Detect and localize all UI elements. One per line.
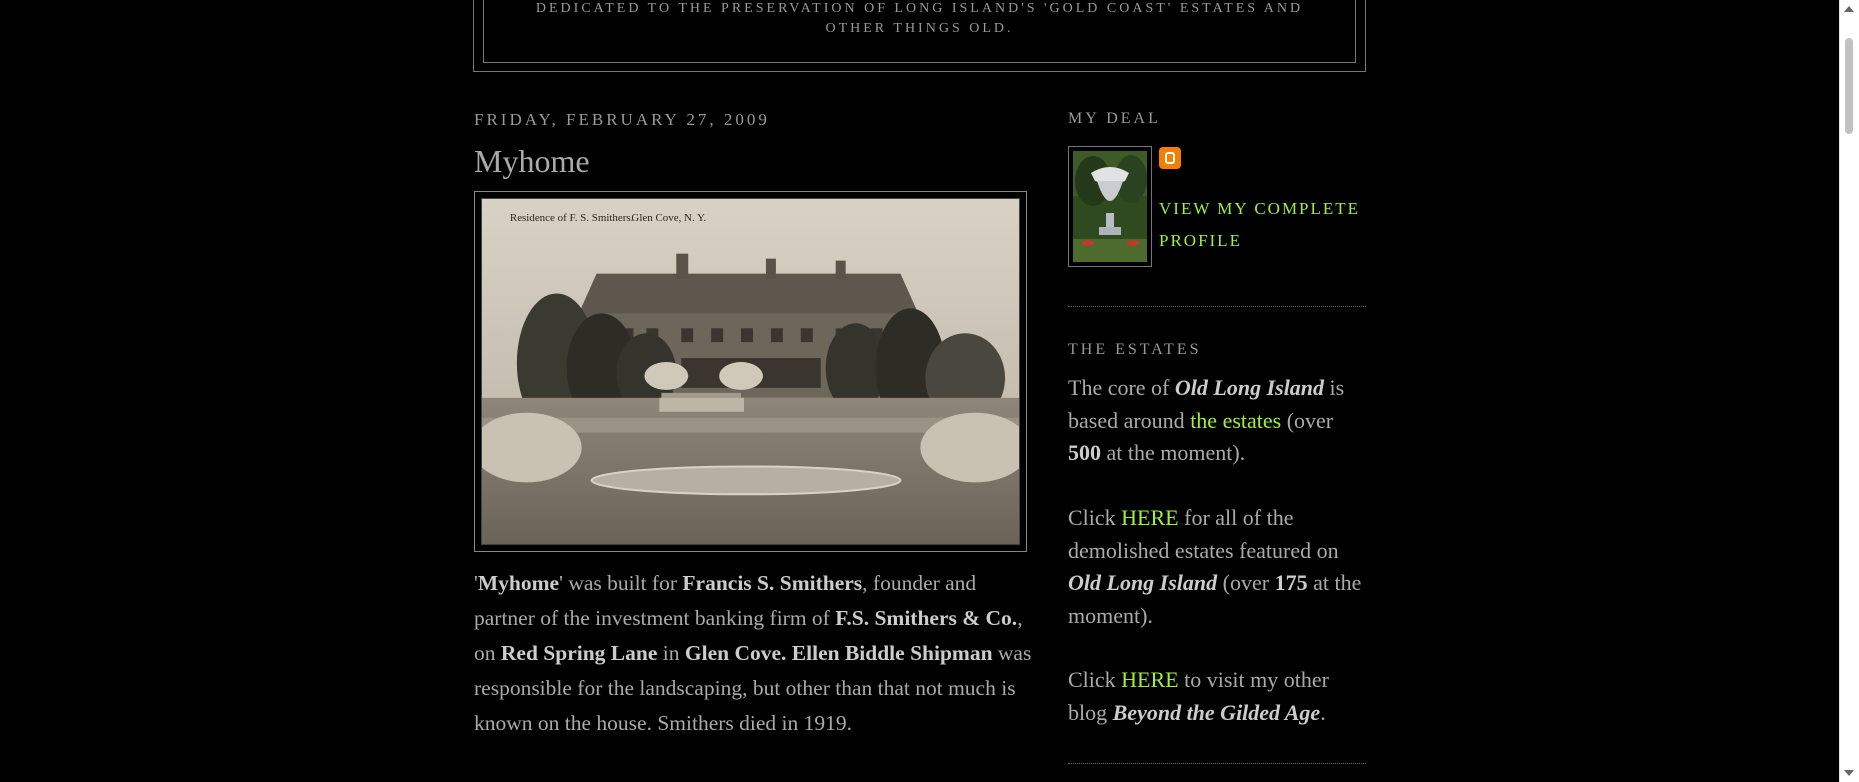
- view-profile-link[interactable]: View my complete profile: [1159, 193, 1369, 257]
- body-bold-firm: F.S. Smithers & Co.: [835, 606, 1018, 630]
- estate-count: 500: [1068, 440, 1101, 465]
- text: .: [1320, 699, 1326, 725]
- blog-name-italic: Old Long Island: [1174, 375, 1325, 400]
- scroll-thumb[interactable]: [1845, 38, 1853, 134]
- blog-name-italic: Old Long Island: [1068, 570, 1218, 595]
- estates-paragraph-3: Click HERE to visit my other blog Beyond…: [1068, 664, 1366, 729]
- sidebar-divider: [1068, 306, 1366, 307]
- post-image-frame[interactable]: Residence of F. S. Smithers. Glen Cove, …: [474, 191, 1027, 552]
- body-bold-street: Red Spring Lane: [500, 641, 658, 665]
- blog-page: Dedicated to the preservation of Long Is…: [0, 0, 1840, 782]
- blog-description: Dedicated to the preservation of Long Is…: [524, 0, 1315, 39]
- demolished-estates-link[interactable]: HERE: [1121, 505, 1178, 530]
- estates-link[interactable]: the estates: [1190, 408, 1281, 433]
- tagline-line-1: Dedicated to the preservation of Long Is…: [535, 1, 1304, 16]
- other-blog-link[interactable]: HERE: [1121, 667, 1178, 692]
- body-bold-town: Glen Cove.: [684, 641, 787, 665]
- blogger-icon[interactable]: [1159, 147, 1181, 169]
- text: The core of: [1068, 375, 1175, 400]
- body-bold-estate-name: Myhome: [477, 571, 560, 595]
- text: Click: [1068, 667, 1122, 692]
- post-title[interactable]: Myhome: [474, 143, 590, 180]
- scroll-up-arrow-icon[interactable]: [1844, 6, 1854, 12]
- vertical-scrollbar[interactable]: [1839, 0, 1859, 782]
- demolished-count: 175: [1274, 570, 1308, 595]
- image-caption-left: Residence of F. S. Smithers.: [510, 212, 634, 224]
- text: Click: [1068, 505, 1122, 530]
- tagline-line-2: other things old.: [825, 21, 1014, 36]
- text: at the moment).: [1101, 440, 1246, 465]
- text: (over: [1281, 407, 1334, 433]
- widget-title-estates: The Estates: [1068, 341, 1202, 358]
- other-blog-name: Beyond the Gilded Age: [1112, 699, 1321, 725]
- house-postcard-image[interactable]: Residence of F. S. Smithers. Glen Cove, …: [481, 198, 1020, 545]
- profile-photo[interactable]: [1068, 146, 1152, 267]
- post-date: Friday, February 27, 2009: [474, 110, 770, 129]
- body-text: in: [657, 641, 685, 665]
- blog-header: Dedicated to the preservation of Long Is…: [473, 0, 1366, 72]
- body-bold-owner: Francis S. Smithers: [682, 571, 863, 595]
- body-bold-landscaper: Ellen Biddle Shipman: [791, 641, 993, 665]
- estates-paragraph-2: Click HERE for all of the demolished est…: [1068, 502, 1366, 632]
- body-text: ' was built for: [559, 571, 683, 595]
- header-inner-frame: Dedicated to the preservation of Long Is…: [483, 0, 1356, 63]
- widget-title-my-deal: My Deal: [1068, 110, 1161, 127]
- urn-profile-image[interactable]: [1073, 151, 1147, 262]
- image-caption-right: Glen Cove, N. Y.: [631, 212, 706, 224]
- sidebar-divider: [1068, 763, 1366, 764]
- scroll-down-arrow-icon[interactable]: [1844, 770, 1854, 776]
- estates-paragraph-1: The core of Old Long Island is based aro…: [1068, 372, 1366, 470]
- text: (over: [1217, 570, 1275, 595]
- post-body: 'Myhome' was built for Francis S. Smithe…: [474, 566, 1034, 741]
